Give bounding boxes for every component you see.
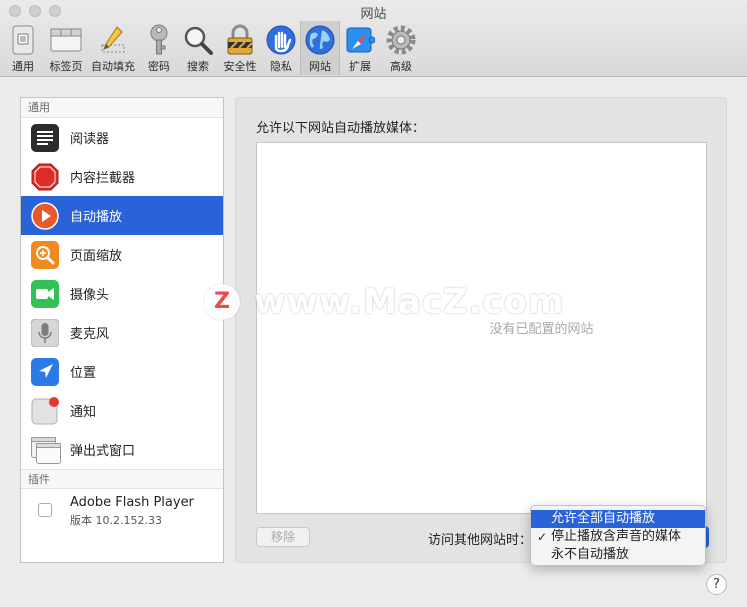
location-icon (31, 357, 59, 386)
toolbar: 网站 通用 标签页 自动填充 密码 搜索 安全性 隐私 网站 扩展 高级 (0, 0, 747, 77)
toolbar-item-advanced[interactable]: 高级 (384, 21, 418, 75)
globe-icon (304, 24, 336, 56)
gear-icon (385, 24, 417, 56)
toolbar-item-extensions[interactable]: 扩展 (344, 21, 376, 75)
auto-play-settings-panel: 允许以下网站自动播放媒体： 没有已配置的网站 移除 访问其他网站时： (235, 97, 727, 563)
play-icon (31, 201, 59, 230)
sidebar-item-content-blockers[interactable]: 内容拦截器 (21, 157, 223, 196)
autoplay-policy-menu: 允许全部自动播放 ✓ 停止播放含声音的媒体 永不自动播放 (530, 505, 706, 566)
watermark: Z www.MacZ.com (204, 282, 564, 322)
sidebar-item-microphone[interactable]: 麦克风 (21, 313, 223, 352)
search-icon (182, 24, 214, 56)
plugin-info: Adobe Flash Player 版本 10.2.152.33 (70, 495, 194, 528)
configured-sites-list[interactable]: 没有已配置的网站 (256, 142, 707, 514)
microphone-icon (30, 318, 60, 347)
toolbar-item-tabs[interactable]: 标签页 (46, 21, 86, 75)
notification-icon (31, 396, 59, 425)
toolbar-item-privacy[interactable]: 隐私 (265, 21, 297, 75)
toolbar-item-autofill[interactable]: 自动填充 (90, 21, 136, 75)
menu-item-never[interactable]: 永不自动播放 (531, 546, 705, 564)
toolbar-item-general[interactable]: 通用 (6, 21, 40, 75)
sidebar-item-auto-play[interactable]: 自动播放 (21, 196, 223, 235)
plugins-section-header: 插件 (21, 469, 223, 489)
popup-window-icon (31, 436, 61, 464)
autofill-icon (97, 24, 129, 56)
sidebar-item-camera[interactable]: 摄像头 (21, 274, 223, 313)
toolbar-item-websites[interactable]: 网站 (300, 21, 340, 75)
sidebar-item-page-zoom[interactable]: 页面缩放 (21, 235, 223, 274)
remove-button[interactable]: 移除 (256, 527, 310, 547)
tabs-icon (50, 24, 82, 56)
toolbar-item-search[interactable]: 搜索 (183, 21, 213, 75)
key-icon (143, 24, 175, 56)
sidebar-item-location[interactable]: 位置 (21, 352, 223, 391)
plugin-item-flash: Adobe Flash Player 版本 10.2.152.33 (21, 489, 223, 528)
hand-icon (265, 24, 297, 56)
reader-icon (31, 123, 59, 152)
sidebar-item-popup-windows[interactable]: 弹出式窗口 (21, 430, 223, 469)
stop-sign-icon (31, 163, 59, 191)
plugin-name: Adobe Flash Player (70, 495, 194, 510)
menu-item-stop-with-sound[interactable]: ✓ 停止播放含声音的媒体 (531, 528, 705, 546)
window-title: 网站 (360, 7, 387, 22)
lock-icon (224, 24, 256, 56)
checkmark-icon: ✓ (537, 530, 548, 544)
watermark-logo: Z (204, 284, 240, 320)
general-icon (7, 24, 39, 56)
toolbar-item-security[interactable]: 安全性 (221, 21, 259, 75)
camera-icon (31, 279, 59, 308)
general-section-header: 通用 (21, 98, 223, 118)
help-button[interactable]: ? (706, 574, 727, 595)
plugin-enable-checkbox[interactable] (38, 503, 52, 517)
zoom-icon (31, 240, 59, 269)
plugin-version: 版本 10.2.152.33 (70, 514, 162, 527)
menu-item-allow-all[interactable]: 允许全部自动播放 (531, 510, 705, 528)
website-settings-list: 通用 阅读器 内容拦截器 自动播放 页面缩放 摄像头 麦克风 位置 通知 弹出式… (20, 97, 224, 563)
watermark-text: www.MacZ.com (254, 282, 565, 322)
toolbar-item-passwords[interactable]: 密码 (144, 21, 174, 75)
sidebar-item-reader[interactable]: 阅读器 (21, 118, 223, 157)
other-websites-label: 访问其他网站时： (428, 533, 533, 548)
extensions-icon (344, 24, 376, 56)
sidebar-item-notifications[interactable]: 通知 (21, 391, 223, 430)
preferences-window: 网站 通用 标签页 自动填充 密码 搜索 安全性 隐私 网站 扩展 高级 通用 … (0, 0, 747, 607)
allow-autoplay-label: 允许以下网站自动播放媒体： (256, 121, 426, 136)
